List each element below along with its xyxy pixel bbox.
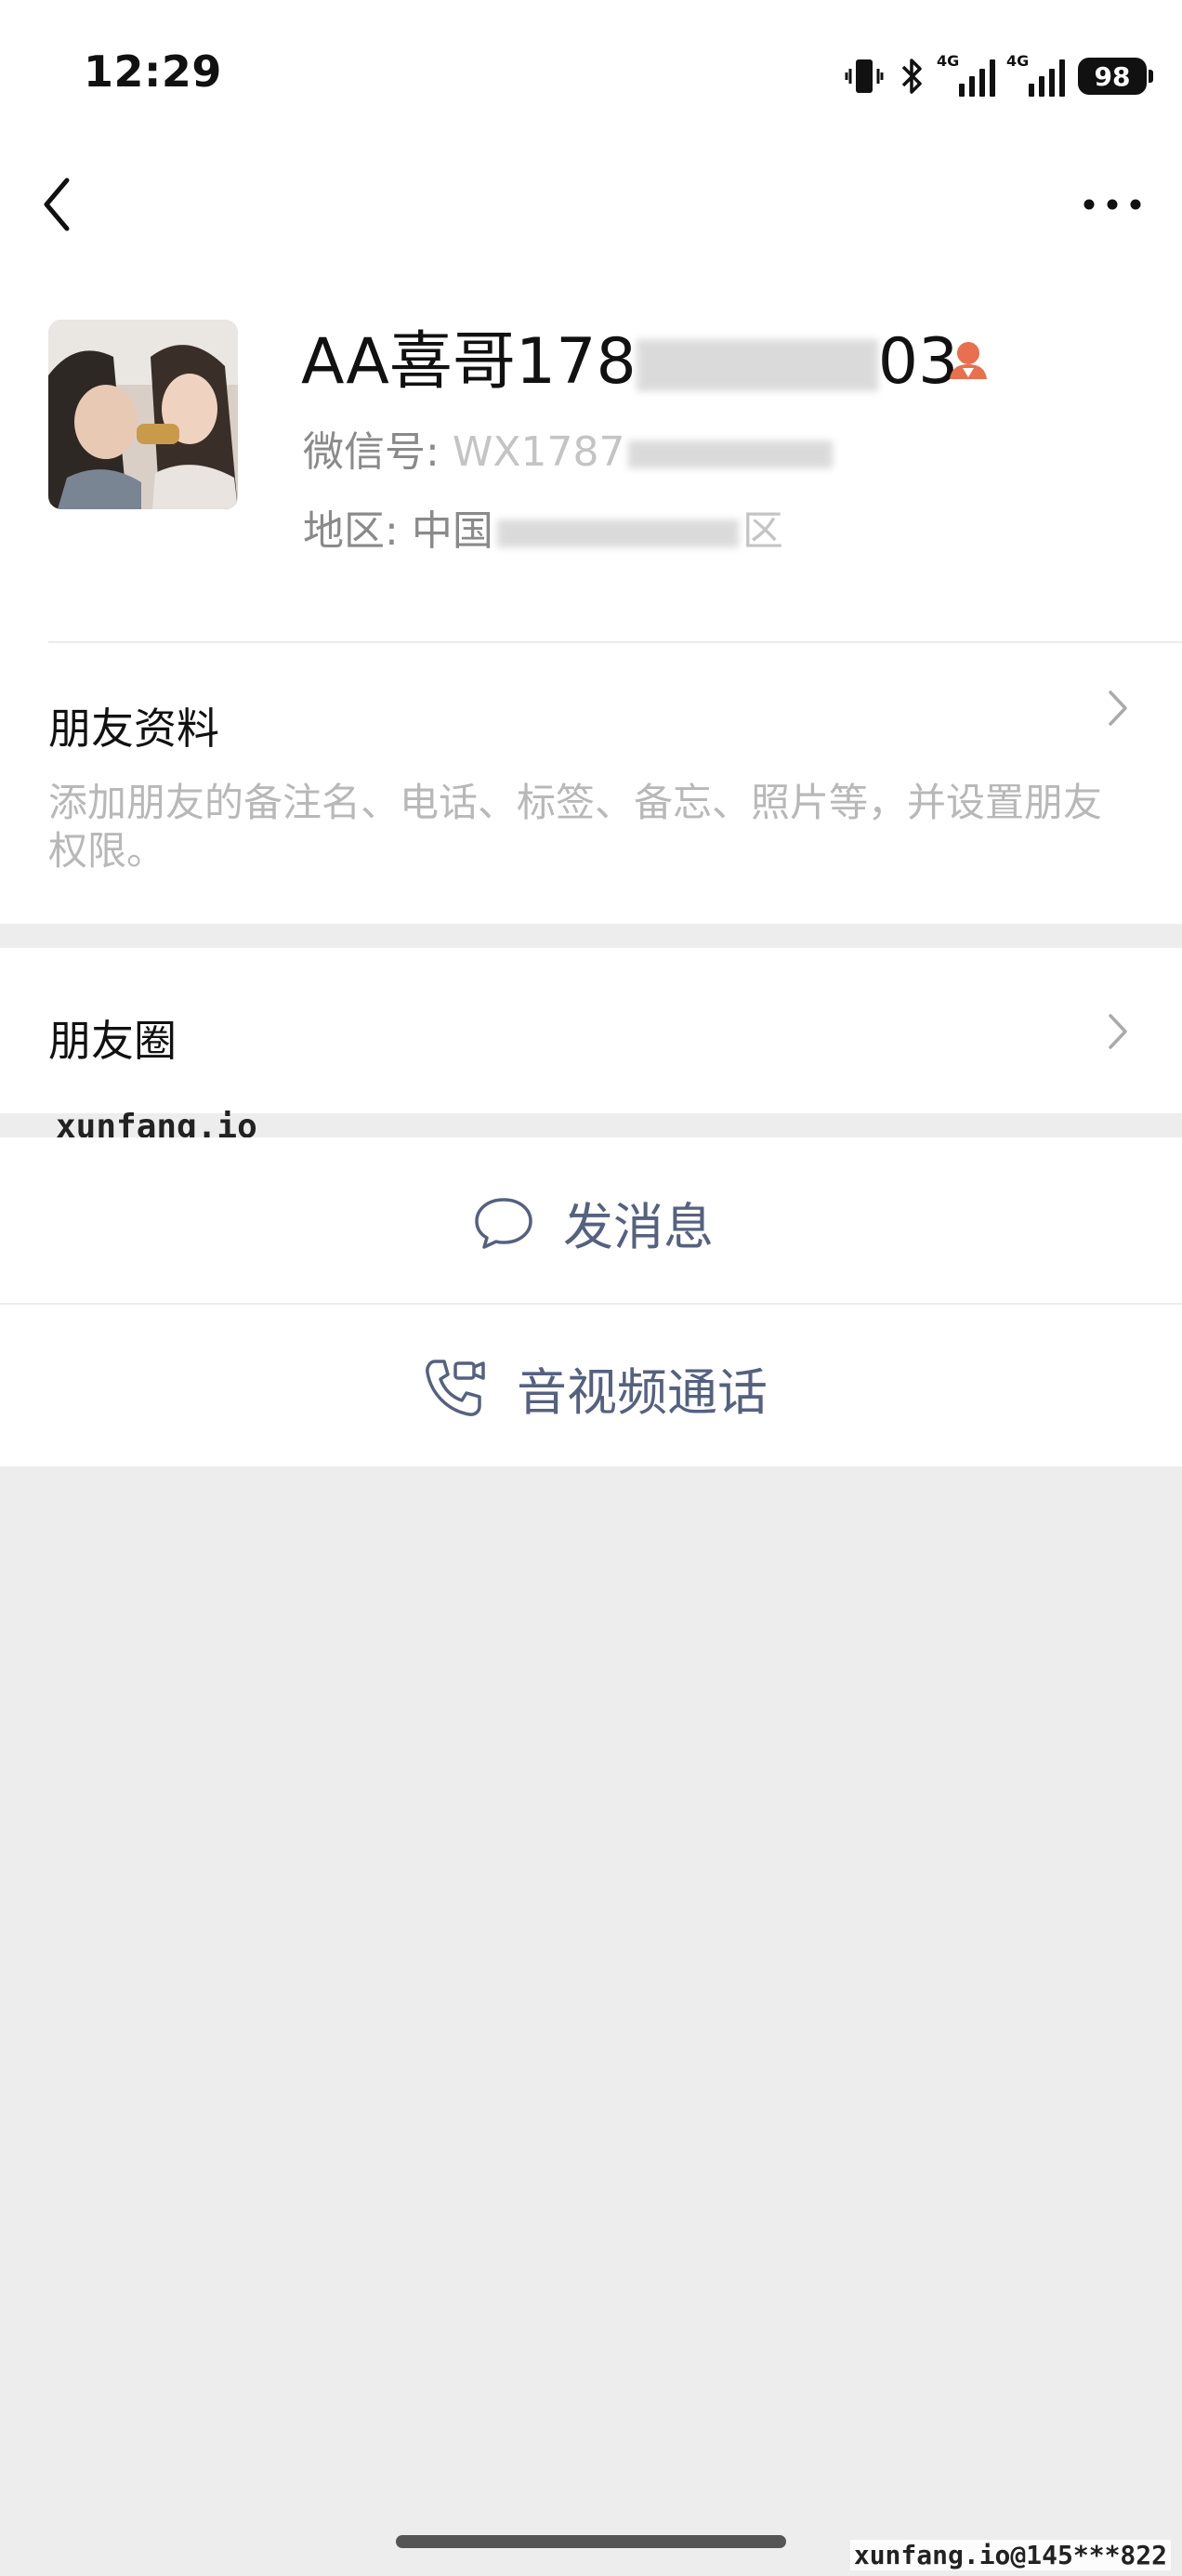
send-message-label: 发消息 bbox=[563, 1198, 714, 1256]
signal-icon-1: 4G bbox=[937, 52, 995, 97]
redacted-name bbox=[636, 339, 878, 392]
back-chevron-icon[interactable] bbox=[35, 167, 82, 242]
chevron-right-icon bbox=[1109, 690, 1127, 726]
friend-info-description: 添加朋友的备注名、电话、标签、备忘、照片等，并设置朋友权限。 bbox=[48, 780, 1103, 874]
battery-indicator: 98 bbox=[1078, 58, 1153, 95]
send-message-button[interactable]: 发消息 bbox=[0, 1137, 1182, 1303]
chevron-right-icon bbox=[1109, 1014, 1127, 1049]
call-label: 音视频通话 bbox=[517, 1363, 768, 1422]
contact-name-prefix: AA喜哥178 bbox=[301, 325, 637, 399]
phone-video-icon bbox=[426, 1359, 485, 1416]
avatar[interactable] bbox=[48, 320, 238, 509]
chat-bubble-icon bbox=[475, 1197, 532, 1249]
moments-row[interactable] bbox=[0, 948, 1182, 1113]
region-value: 中国 bbox=[411, 507, 493, 555]
friend-info-title: 朋友资料 bbox=[48, 703, 219, 754]
nav-bar bbox=[0, 158, 1182, 279]
region-end: 区 bbox=[742, 507, 783, 555]
region: 地区: 中国 区 bbox=[303, 497, 783, 557]
redacted-region bbox=[496, 519, 739, 547]
more-options-icon[interactable] bbox=[1080, 191, 1145, 218]
person-icon bbox=[950, 342, 987, 379]
signal-1-label: 4G bbox=[937, 52, 960, 70]
signal-2-label: 4G bbox=[1006, 52, 1030, 70]
home-indicator[interactable] bbox=[396, 2535, 786, 2548]
watermark-footer: xunfang.io@145***822 bbox=[849, 2540, 1171, 2570]
voice-video-call-button[interactable]: 音视频通话 bbox=[0, 1305, 1182, 1466]
wechat-id-label: 微信号: bbox=[303, 428, 440, 476]
contact-name: AA喜哥178 03 bbox=[301, 321, 958, 404]
status-time: 12:29 bbox=[84, 46, 222, 97]
region-label: 地区: bbox=[303, 507, 399, 555]
bluetooth-icon bbox=[901, 59, 922, 94]
redacted-wechat-id bbox=[628, 440, 834, 468]
wechat-id: 微信号: WX1787 bbox=[303, 418, 834, 478]
wechat-id-value: WX1787 bbox=[452, 428, 625, 476]
moments-title: 朋友圈 bbox=[48, 1016, 177, 1066]
status-icons: 4G 4G 98 bbox=[844, 52, 1153, 100]
signal-icon-2: 4G bbox=[1006, 52, 1065, 97]
vibrate-icon bbox=[845, 59, 884, 93]
